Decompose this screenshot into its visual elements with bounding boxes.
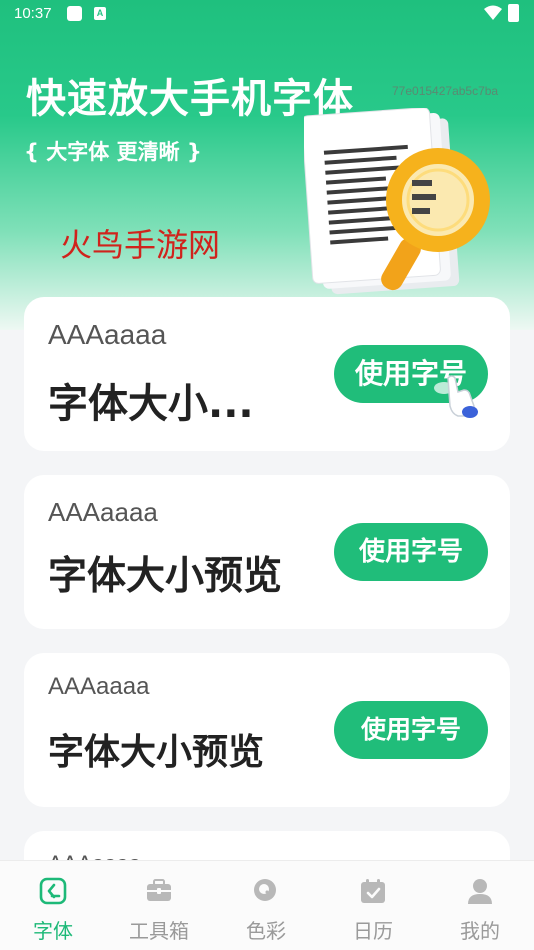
tap-hand-icon bbox=[434, 375, 478, 418]
font-icon bbox=[39, 877, 67, 905]
tab-label: 我的 bbox=[460, 919, 500, 943]
tab-color[interactable]: 色彩 bbox=[213, 861, 319, 950]
preview-text: 字体大小预览 bbox=[48, 732, 265, 773]
calendar-icon bbox=[361, 879, 385, 903]
tab-label: 色彩 bbox=[246, 919, 286, 943]
sample-text: AAAaaaa bbox=[48, 673, 150, 700]
use-font-size-button[interactable]: 使用字号 bbox=[334, 523, 488, 581]
tab-profile[interactable]: 我的 bbox=[427, 861, 533, 950]
preview-text: 字体大小... bbox=[48, 381, 254, 427]
tab-font[interactable]: 字体 bbox=[0, 861, 106, 950]
bottom-tab-bar: 字体 工具箱 色彩 日历 我的 bbox=[0, 860, 534, 950]
font-card: AAAaaaa 字体大小预览 使用字号 bbox=[24, 475, 510, 629]
color-search-icon bbox=[254, 879, 276, 901]
sample-text: AAAaaaa bbox=[48, 319, 167, 350]
tab-label: 工具箱 bbox=[129, 919, 189, 943]
preview-text: 字体大小预览 bbox=[48, 554, 283, 599]
font-size-list: AAAaaaa 字体大小... 使用字号 AAAaaaa 字体大小预览 使用字号… bbox=[0, 0, 534, 950]
font-card: AAAaaaa 字体大小预览 使用字号 bbox=[24, 653, 510, 807]
sample-text: AAAaaaa bbox=[48, 497, 158, 527]
tab-label: 日历 bbox=[353, 919, 393, 943]
use-font-size-button[interactable]: 使用字号 bbox=[334, 701, 488, 759]
tab-calendar[interactable]: 日历 bbox=[320, 861, 426, 950]
tab-label: 字体 bbox=[33, 919, 73, 943]
toolbox-icon bbox=[147, 879, 171, 901]
tab-toolbox[interactable]: 工具箱 bbox=[106, 861, 212, 950]
profile-icon bbox=[468, 879, 492, 904]
